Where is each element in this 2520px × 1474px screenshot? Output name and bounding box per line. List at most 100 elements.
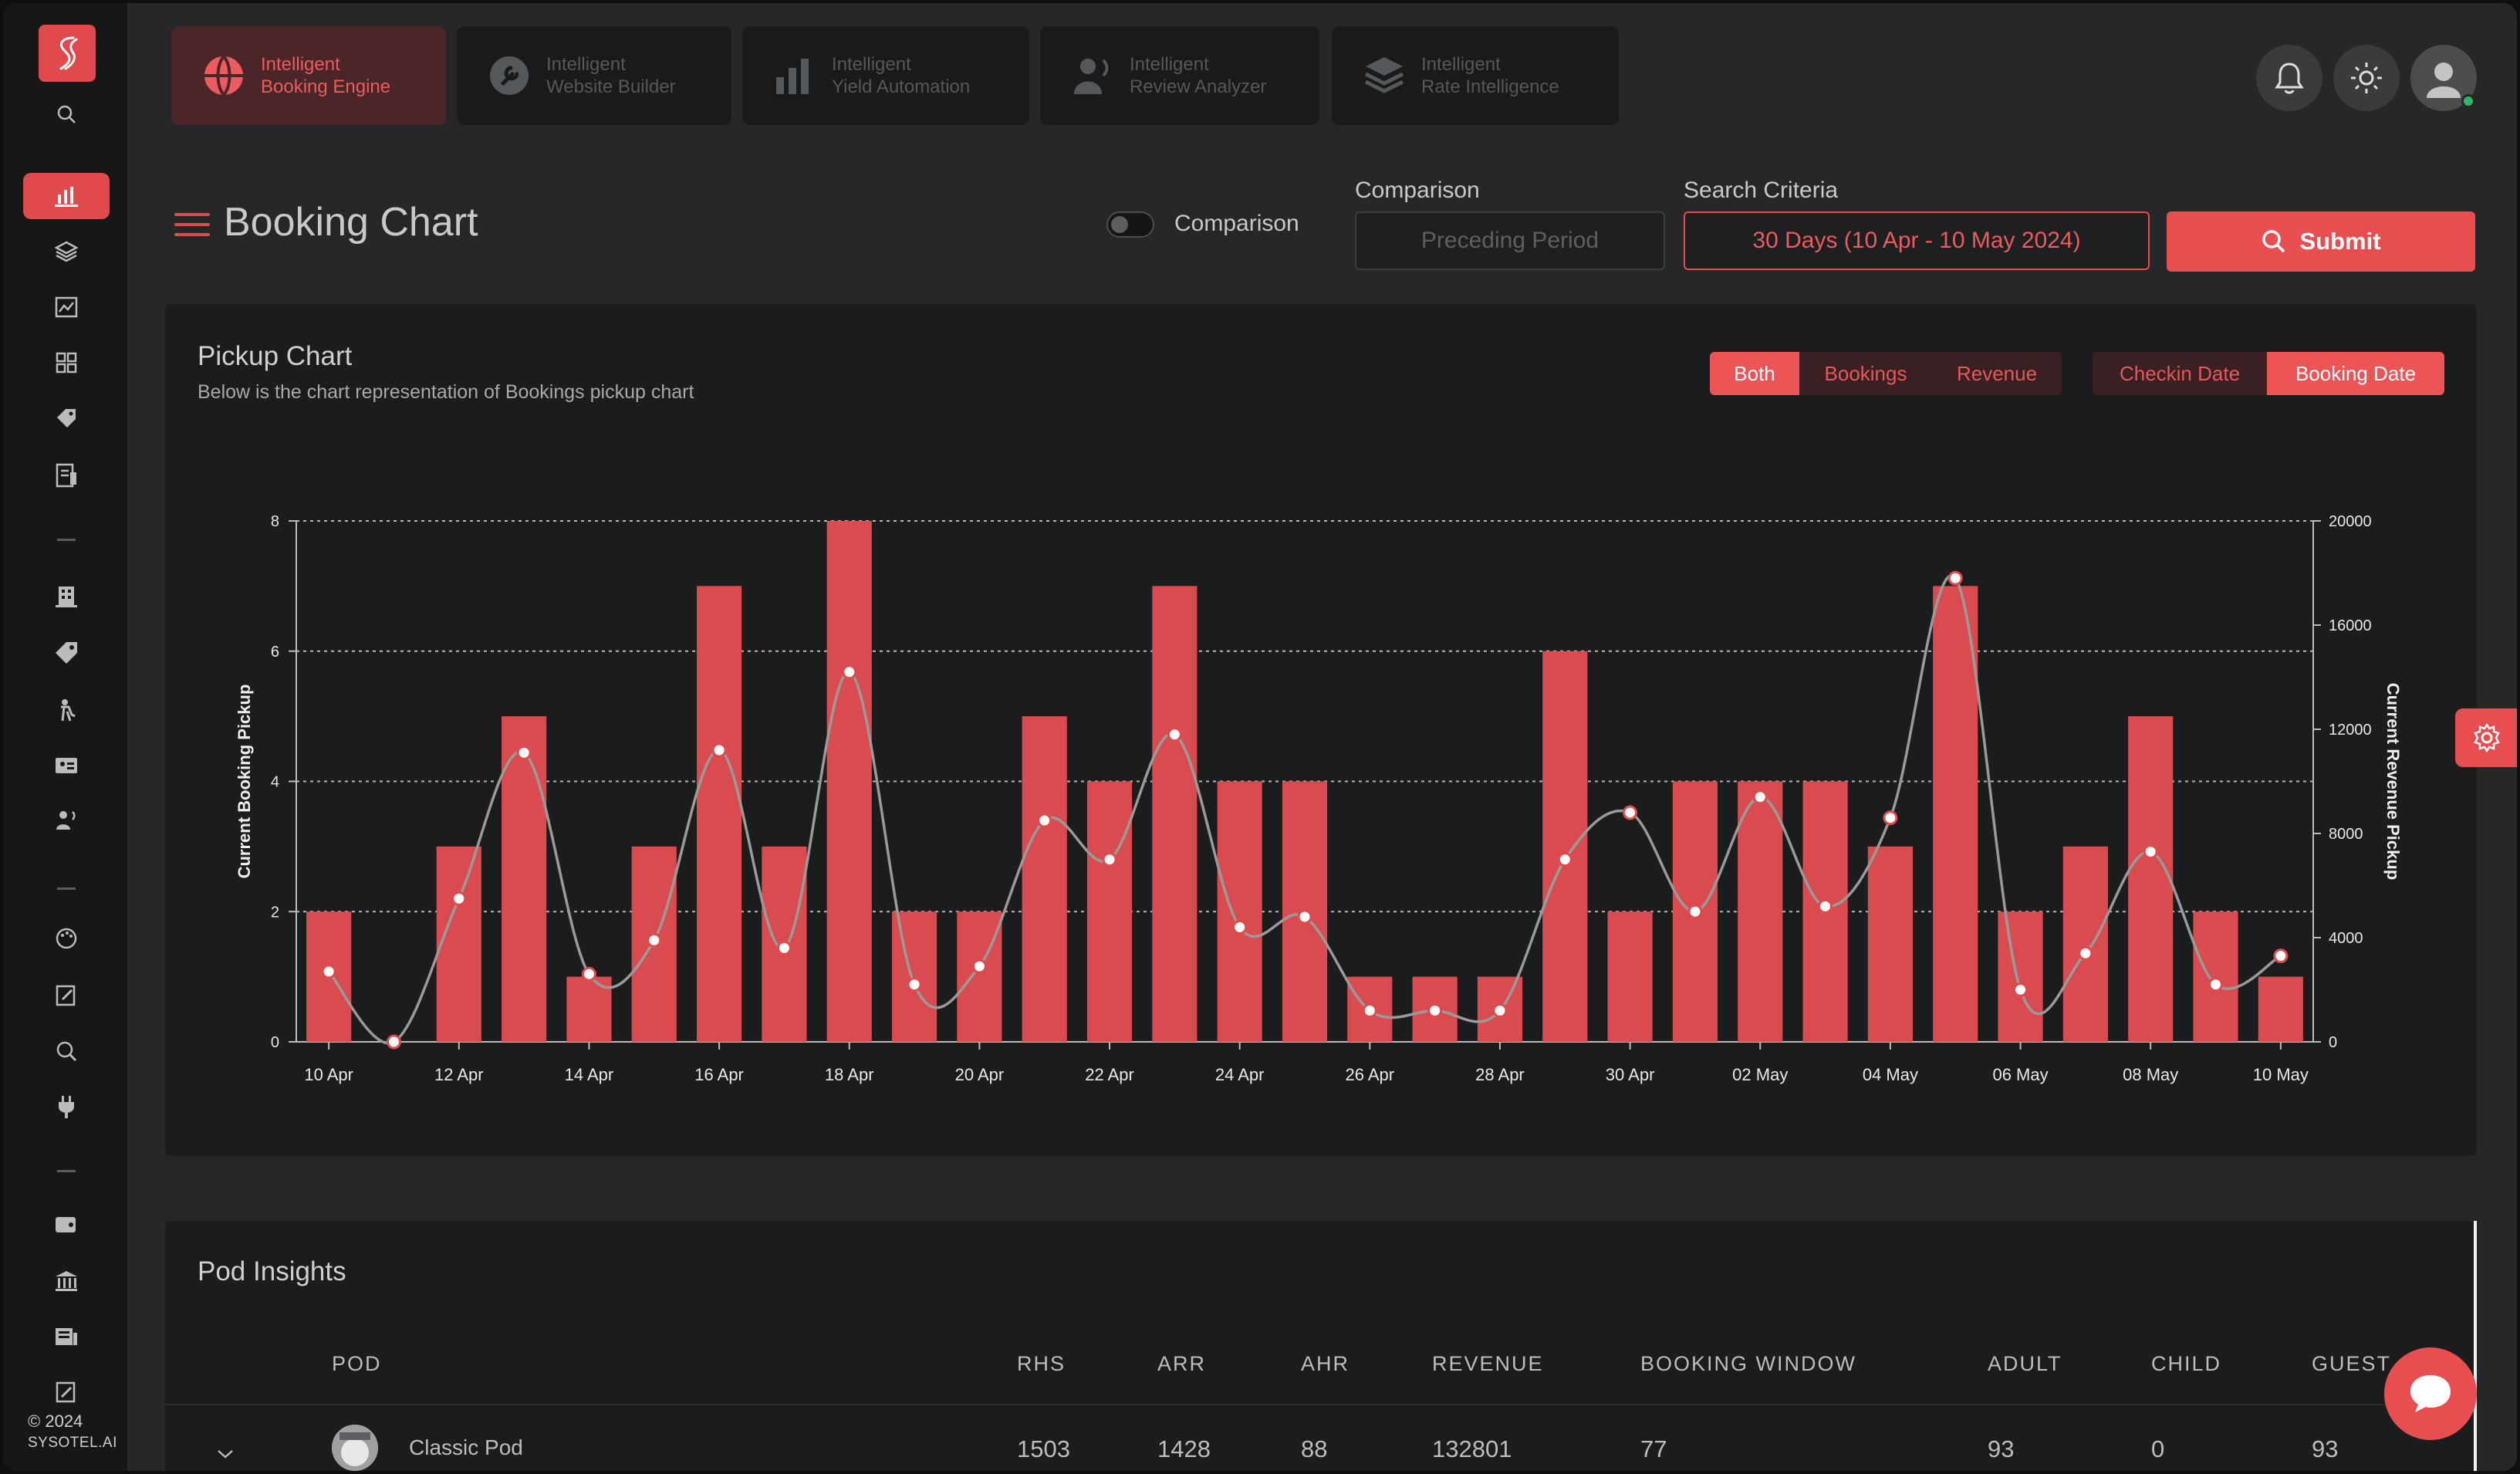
revenue-point	[647, 932, 662, 948]
y-tick-label-left: 0	[271, 1034, 279, 1051]
revenue-point	[1752, 789, 1768, 805]
edit-icon[interactable]	[46, 1375, 86, 1409]
revenue-point	[971, 958, 987, 974]
revenue-point	[1492, 1003, 1508, 1018]
x-tick-label: 20 Apr	[955, 1065, 1005, 1084]
date-range-input[interactable]: 30 Days (10 Apr - 10 May 2024)	[1684, 211, 2150, 270]
chat-button[interactable]	[2384, 1347, 2477, 1440]
submit-button[interactable]: Submit	[2167, 211, 2475, 272]
search-criteria-label: Search Criteria	[1684, 177, 1839, 203]
tab-line2: Rate Intelligence	[1421, 76, 1559, 97]
copyright-icon: ©	[28, 1411, 41, 1431]
submit-label: Submit	[2299, 228, 2381, 255]
revenue-point	[1557, 852, 1572, 867]
bar	[1998, 911, 2043, 1042]
stack-icon	[1361, 52, 1407, 99]
expand-row-icon[interactable]	[216, 1439, 235, 1466]
broadcast-icon[interactable]	[46, 803, 86, 837]
column-header-arr: ARR	[1157, 1352, 1207, 1375]
brand-name: SYSOTEL.AI	[28, 1435, 117, 1451]
tag-icon[interactable]	[46, 401, 86, 435]
palette-icon[interactable]	[46, 921, 86, 955]
bell-icon	[2275, 63, 2304, 94]
x-tick-label: 26 Apr	[1346, 1065, 1395, 1084]
layers-icon[interactable]	[46, 235, 86, 269]
column-header-booking-window: BOOKING WINDOW	[1640, 1352, 1856, 1375]
theme-toggle-button[interactable]	[2333, 45, 2400, 111]
bar	[1933, 586, 1978, 1042]
plug-icon[interactable]	[46, 1090, 86, 1124]
pickup-chart-card: Pickup Chart Below is the chart represen…	[165, 304, 2477, 1156]
grid-icon[interactable]	[46, 346, 86, 380]
revenue-point	[1818, 899, 1833, 914]
comparison-select[interactable]: Preceding Period	[1355, 211, 1665, 270]
y-tick-label-right: 16000	[2329, 617, 2372, 634]
bar	[891, 911, 937, 1042]
price-tag-icon[interactable]	[46, 636, 86, 670]
wrench-icon	[486, 52, 532, 99]
y-axis-title-left: Current Booking Pickup	[235, 685, 254, 879]
settings-button[interactable]	[2455, 708, 2517, 767]
x-tick-label: 10 Apr	[304, 1065, 353, 1084]
tab-website-builder[interactable]: Intelligent Website Builder	[457, 26, 731, 125]
tab-booking-engine[interactable]: Intelligent Booking Engine	[171, 26, 446, 125]
bar	[1152, 586, 1198, 1042]
person-icon[interactable]	[46, 693, 86, 727]
bar	[957, 911, 1002, 1042]
date-range-value: 30 Days (10 Apr - 10 May 2024)	[1752, 228, 2081, 253]
revenue-point	[1102, 852, 1117, 867]
cell-child: 0	[2151, 1435, 2165, 1462]
id-card-icon[interactable]	[46, 749, 86, 783]
revenue-point	[2143, 844, 2158, 860]
revenue-point	[386, 1034, 401, 1050]
search-chat-icon[interactable]	[46, 1034, 86, 1068]
y-tick-label-right: 8000	[2329, 826, 2363, 843]
revenue-point	[1232, 920, 1248, 935]
image-chart-icon[interactable]	[46, 290, 86, 324]
wallet-icon[interactable]	[46, 1207, 86, 1241]
cell-rhs: 1503	[1017, 1435, 1070, 1462]
tab-line2: Review Analyzer	[1130, 76, 1267, 97]
bars-icon	[772, 52, 818, 99]
search-icon[interactable]	[46, 97, 86, 131]
menu-toggle-icon[interactable]	[174, 213, 210, 236]
pod-thumbnail	[332, 1425, 378, 1471]
bar-chart-icon[interactable]	[23, 173, 110, 219]
pod-name: Classic Pod	[409, 1435, 523, 1459]
bar	[697, 586, 742, 1042]
y-tick-label-right: 0	[2329, 1034, 2337, 1051]
column-header-pod: POD	[332, 1352, 382, 1375]
revenue-point	[1687, 904, 1703, 919]
x-tick-label: 04 May	[1863, 1065, 1918, 1084]
tab-review-analyzer[interactable]: Intelligent Review Analyzer	[1040, 26, 1319, 125]
tab-rate-intelligence[interactable]: Intelligent Rate Intelligence	[1332, 26, 1619, 125]
gear-icon	[2474, 722, 2500, 753]
chat-bubble-icon	[2410, 1375, 2451, 1412]
edit-note-icon[interactable]	[46, 979, 86, 1013]
x-tick-label: 18 Apr	[825, 1065, 874, 1084]
scrollbar[interactable]	[2474, 1221, 2477, 1471]
table-divider	[165, 1404, 2477, 1405]
avatar[interactable]	[2410, 45, 2477, 111]
document-icon[interactable]	[46, 458, 86, 492]
copyright-year: 2024	[45, 1411, 83, 1431]
sun-icon	[2351, 63, 2382, 93]
bar	[1217, 781, 1262, 1042]
bank-icon[interactable]	[46, 1264, 86, 1298]
search-icon	[2262, 230, 2285, 253]
revenue-point	[1947, 570, 1963, 586]
cell-booking-window: 77	[1640, 1435, 1667, 1462]
comparison-toggle[interactable]	[1106, 211, 1154, 238]
user-avatar-icon	[2427, 63, 2461, 98]
tab-yield-automation[interactable]: Intelligent Yield Automation	[742, 26, 1029, 125]
news-icon[interactable]	[46, 1320, 86, 1354]
y-tick-label-right: 12000	[2329, 722, 2372, 739]
notifications-button[interactable]	[2256, 45, 2322, 111]
tab-line1: Intelligent	[1421, 54, 1501, 75]
revenue-point	[776, 941, 792, 955]
revenue-point	[1427, 1003, 1443, 1018]
revenue-point	[1167, 727, 1182, 742]
sysotel-logo-icon[interactable]	[39, 25, 96, 82]
sidebar: © 2024 SYSOTEL.AI	[3, 3, 128, 1471]
building-icon[interactable]	[46, 579, 86, 613]
